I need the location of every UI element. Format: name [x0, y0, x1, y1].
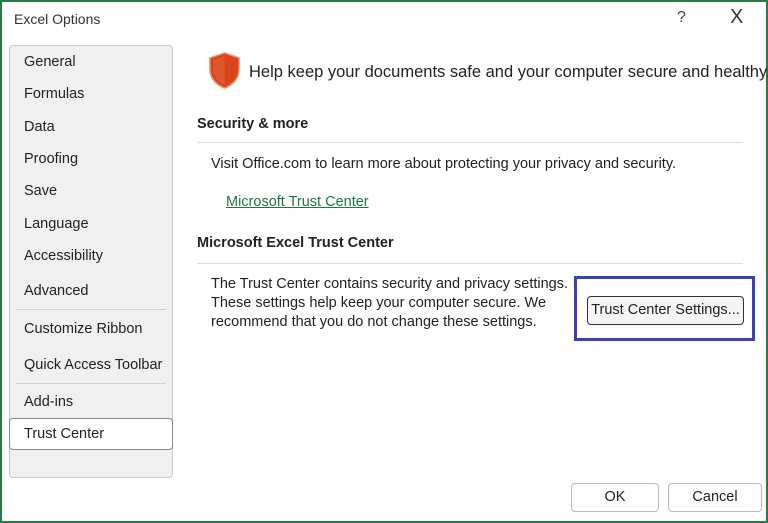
security-text: Visit Office.com to learn more about pro…: [211, 156, 677, 172]
page-header: Help keep your documents safe and your c…: [249, 63, 768, 81]
ok-button[interactable]: OK: [571, 483, 659, 512]
sidebar-item-language[interactable]: Language: [10, 212, 172, 236]
sidebar-divider: [16, 383, 166, 384]
section-divider: [197, 263, 743, 264]
close-button[interactable]: X: [730, 6, 743, 29]
section-heading-security: Security & more: [197, 116, 309, 132]
help-button[interactable]: ?: [677, 9, 686, 27]
sidebar-item-customize-ribbon[interactable]: Customize Ribbon: [10, 317, 172, 341]
trust-center-settings-button[interactable]: Trust Center Settings...: [587, 296, 744, 325]
sidebar-divider: [16, 309, 166, 310]
sidebar-item-advanced[interactable]: Advanced: [10, 279, 172, 303]
sidebar-item-trust-center[interactable]: Trust Center: [9, 418, 173, 450]
sidebar-item-add-ins[interactable]: Add-ins: [10, 390, 172, 414]
sidebar-item-formulas[interactable]: Formulas: [10, 82, 172, 106]
sidebar-item-accessibility[interactable]: Accessibility: [10, 244, 172, 268]
trust-text-line: The Trust Center contains security and p…: [211, 276, 569, 292]
dialog-title: Excel Options: [14, 11, 101, 27]
sidebar-item-quick-access-toolbar[interactable]: Quick Access Toolbar: [10, 353, 172, 377]
shield-icon: [208, 52, 241, 94]
microsoft-trust-center-link[interactable]: Microsoft Trust Center: [226, 194, 369, 210]
sidebar-item-save[interactable]: Save: [10, 179, 172, 203]
sidebar-item-data[interactable]: Data: [10, 115, 172, 139]
section-divider: [197, 142, 743, 143]
sidebar-item-proofing[interactable]: Proofing: [10, 147, 172, 171]
sidebar-item-general[interactable]: General: [10, 50, 172, 74]
trust-text-line: recommend that you do not change these s…: [211, 314, 537, 330]
sidebar: General Formulas Data Proofing Save Lang…: [9, 45, 173, 478]
cancel-button[interactable]: Cancel: [668, 483, 762, 512]
section-heading-trust-center: Microsoft Excel Trust Center: [197, 235, 394, 251]
trust-text-line: These settings help keep your computer s…: [211, 295, 547, 311]
